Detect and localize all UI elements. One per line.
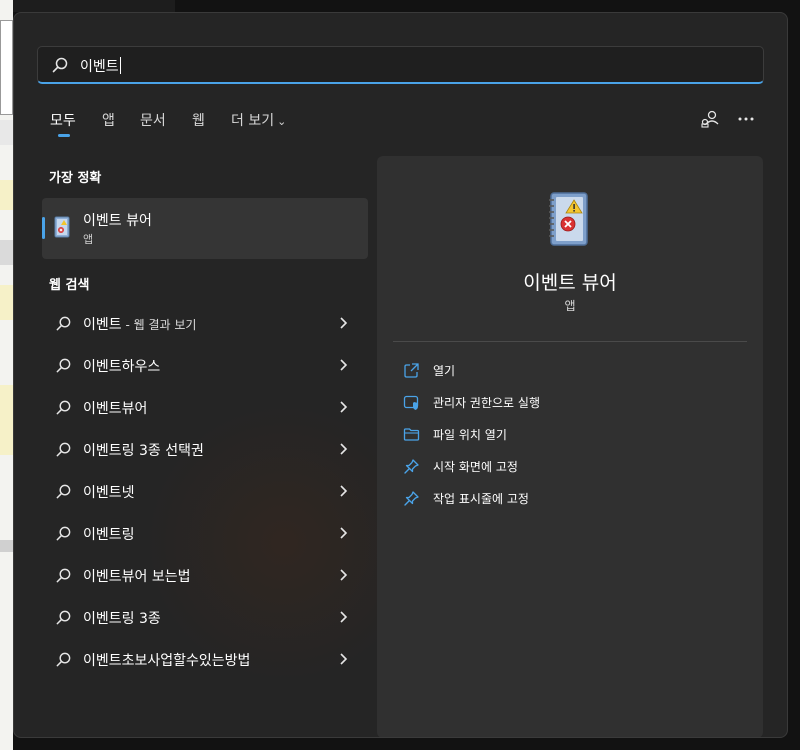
start-search-panel: 이벤트 모두 앱 문서 웹 더 보기 ⌄ 가장 정확 이벤트 뷰어 앱 웹 검색… — [13, 12, 788, 738]
web-result-item[interactable]: 이벤트링 3종 선택권 — [42, 429, 368, 469]
web-result-label: 이벤트링 3종 — [83, 611, 161, 627]
search-icon — [56, 400, 71, 415]
web-result-item[interactable]: 이벤트뷰어 보는법 — [42, 555, 368, 595]
web-result-label: 이벤트뷰어 — [83, 401, 148, 417]
account-switch-icon[interactable] — [700, 109, 720, 129]
pin-icon — [404, 491, 419, 506]
search-icon — [56, 610, 71, 625]
web-result-item[interactable]: 이벤트뷰어 — [42, 387, 368, 427]
active-tab-indicator — [58, 134, 70, 137]
search-query: 이벤트 — [80, 57, 121, 75]
detail-pane: 이벤트 뷰어 앱 열기 관리자 권한으로 실행 파일 위치 열기 시작 화면에 … — [377, 156, 763, 737]
more-options-icon[interactable] — [736, 109, 756, 129]
web-result-label: 이벤트초보사업할수있는방법 — [83, 653, 251, 669]
chevron-right-icon — [340, 359, 348, 371]
action-label: 열기 — [433, 364, 456, 378]
web-result-item[interactable]: 이벤트링 3종 — [42, 597, 368, 637]
chevron-right-icon — [340, 317, 348, 329]
web-result-label: 이벤트링 3종 선택권 — [83, 443, 204, 459]
best-match-title: 이벤트 뷰어 — [83, 213, 152, 229]
action-label: 시작 화면에 고정 — [433, 460, 518, 474]
web-result-item[interactable]: 이벤트하우스 — [42, 345, 368, 385]
web-result-item[interactable]: 이벤트 - 웹 결과 보기 — [42, 303, 368, 343]
search-icon — [56, 316, 71, 331]
web-result-label: 이벤트하우스 — [83, 359, 161, 375]
detail-title: 이벤트 뷰어 — [523, 272, 617, 294]
folder-icon — [403, 428, 420, 441]
web-result-label: 이벤트 - 웹 결과 보기 — [83, 317, 197, 333]
best-match-subtitle: 앱 — [83, 233, 94, 246]
chevron-down-icon: ⌄ — [277, 115, 287, 128]
chevron-right-icon — [340, 653, 348, 665]
tab-more[interactable]: 더 보기 ⌄ — [231, 110, 286, 130]
text-caret — [119, 57, 121, 74]
chevron-right-icon — [340, 443, 348, 455]
chevron-right-icon — [340, 527, 348, 539]
web-result-suffix: - 웹 결과 보기 — [121, 318, 197, 332]
web-search-heading: 웹 검색 — [49, 278, 90, 293]
web-result-label: 이벤트뷰어 보는법 — [83, 569, 191, 585]
search-icon — [56, 652, 71, 667]
action-label: 작업 표시줄에 고정 — [433, 492, 529, 506]
web-result-item[interactable]: 이벤트초보사업할수있는방법 — [42, 639, 368, 679]
web-result-item[interactable]: 이벤트링 — [42, 513, 368, 553]
chevron-right-icon — [340, 401, 348, 413]
tab-documents[interactable]: 문서 — [140, 110, 166, 130]
tab-all[interactable]: 모두 — [50, 110, 76, 130]
action-label: 파일 위치 열기 — [433, 428, 507, 442]
search-icon — [56, 358, 71, 373]
tab-web[interactable]: 웹 — [192, 110, 205, 130]
web-result-item[interactable]: 이벤트넷 — [42, 471, 368, 511]
search-icon — [56, 442, 71, 457]
open-external-icon — [404, 363, 419, 378]
chevron-right-icon — [340, 485, 348, 497]
search-icon — [56, 526, 71, 541]
search-input[interactable]: 이벤트 — [37, 46, 764, 84]
tab-apps[interactable]: 앱 — [102, 110, 115, 130]
search-icon — [56, 568, 71, 583]
search-icon — [52, 57, 68, 73]
event-viewer-app-icon — [54, 216, 70, 238]
divider — [393, 341, 747, 342]
selection-indicator — [42, 217, 45, 239]
chevron-right-icon — [340, 569, 348, 581]
detail-subtitle: 앱 — [564, 299, 576, 313]
chevron-right-icon — [340, 611, 348, 623]
background-window — [0, 0, 13, 750]
action-label: 관리자 권한으로 실행 — [433, 396, 540, 410]
event-viewer-app-icon — [549, 192, 588, 246]
background-window-titlebar — [0, 0, 175, 12]
admin-shield-icon — [403, 395, 419, 410]
pin-icon — [404, 459, 419, 474]
best-match-heading: 가장 정확 — [49, 171, 102, 186]
tab-more-label: 더 보기 — [231, 113, 275, 129]
web-result-label: 이벤트넷 — [83, 485, 135, 501]
best-match-item-event-viewer[interactable]: 이벤트 뷰어 앱 — [42, 198, 368, 259]
search-icon — [56, 484, 71, 499]
web-result-label: 이벤트링 — [83, 527, 135, 543]
